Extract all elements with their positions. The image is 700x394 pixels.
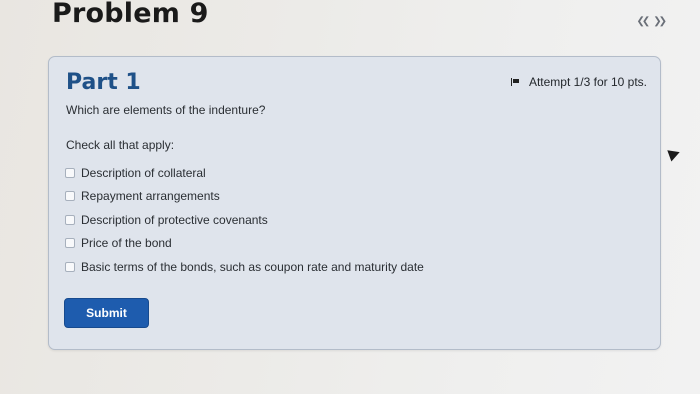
flag-icon <box>510 78 520 86</box>
problem-navigation: ❮❮ ❯❯ <box>636 16 667 27</box>
answer-option[interactable]: Price of the bond <box>65 232 424 256</box>
option-label: Description of collateral <box>81 165 206 180</box>
answer-option[interactable]: Description of protective covenants <box>65 208 424 232</box>
option-label: Repayment arrangements <box>81 189 220 204</box>
mouse-pointer-icon <box>667 146 682 162</box>
submit-button[interactable]: Submit <box>64 298 149 328</box>
instruction-text: Check all that apply: <box>66 138 175 152</box>
double-chevron-right-icon[interactable]: ❯❯ <box>653 16 667 27</box>
checkbox[interactable] <box>65 214 75 225</box>
option-label: Description of protective covenants <box>81 212 268 227</box>
checkbox[interactable] <box>65 238 75 249</box>
option-label: Price of the bond <box>81 236 172 251</box>
question-card: Part 1 Attempt 1/3 for 10 pts. Which are… <box>48 56 661 350</box>
attempt-info: Attempt 1/3 for 10 pts. <box>510 75 647 89</box>
answer-option[interactable]: Description of collateral <box>65 161 424 185</box>
checkbox[interactable] <box>65 261 75 272</box>
answer-options: Description of collateral Repayment arra… <box>65 161 424 279</box>
question-text: Which are elements of the indenture? <box>66 103 266 117</box>
double-chevron-left-icon[interactable]: ❮❮ <box>636 16 650 27</box>
checkbox[interactable] <box>65 167 75 178</box>
option-label: Basic terms of the bonds, such as coupon… <box>81 259 424 274</box>
attempt-text: Attempt 1/3 for 10 pts. <box>528 75 647 89</box>
checkbox[interactable] <box>65 191 75 202</box>
answer-option[interactable]: Basic terms of the bonds, such as coupon… <box>65 255 424 279</box>
problem-title: Problem 9 <box>52 0 209 29</box>
part-title: Part 1 <box>66 70 141 95</box>
answer-option[interactable]: Repayment arrangements <box>65 185 424 209</box>
